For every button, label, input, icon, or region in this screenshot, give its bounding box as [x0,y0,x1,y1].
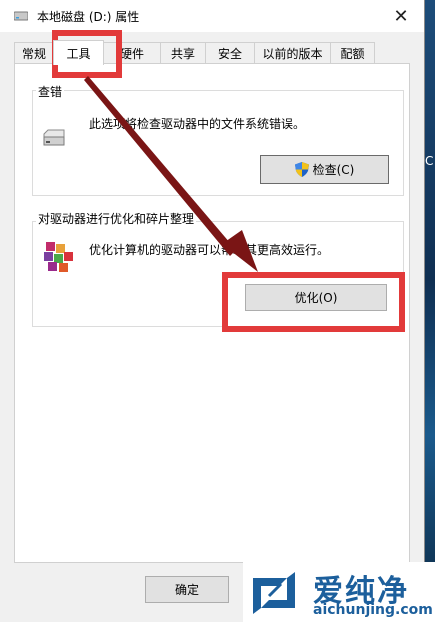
check-button-label: 检查(C) [312,163,355,177]
optimize-description: 优化计算机的驱动器可以帮助其更高效运行。 [89,243,330,257]
watermark-logo-icon [253,572,295,614]
uac-shield-icon [294,162,309,177]
tab-general[interactable]: 常规 [14,42,54,63]
optimize-label: 对驱动器进行优化和碎片整理 [36,210,197,227]
optimize-button-highlight [222,272,405,332]
window-title: 本地磁盘 (D:) 属性 [37,10,140,24]
defrag-icon [44,242,73,272]
error-check-description: 此选项将检查驱动器中的文件系统错误。 [89,117,306,131]
drive-title-icon [14,11,28,21]
check-button[interactable]: 检查(C) [260,155,389,184]
close-button[interactable]: ✕ [378,0,424,32]
drive-icon [43,129,65,146]
tab-sharing[interactable]: 共享 [160,42,206,63]
desktop-background [424,0,435,622]
ok-button[interactable]: 确定 [145,576,229,603]
watermark: 爱纯净 aichunjing.com [243,562,435,622]
tab-security[interactable]: 安全 [205,42,255,63]
watermark-url: aichunjing.com [313,602,433,618]
title-bar[interactable]: 本地磁盘 (D:) 属性 ✕ [0,0,424,32]
error-check-label: 查错 [36,83,65,100]
tab-tools[interactable]: 工具 [53,40,104,65]
desktop-edge-text: C [425,154,434,168]
tab-previous-versions[interactable]: 以前的版本 [254,42,331,63]
tab-quota[interactable]: 配额 [330,42,375,63]
